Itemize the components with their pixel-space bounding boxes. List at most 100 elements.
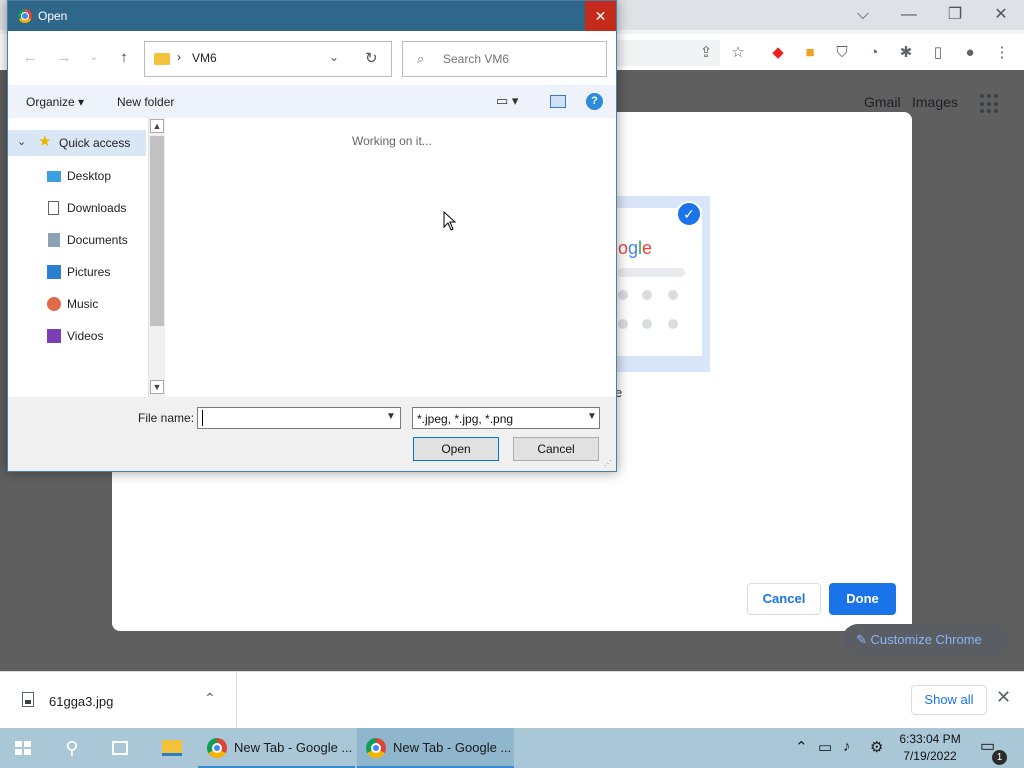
file-type-select[interactable]: *.jpeg, *.jpg, *.png ▼ [412, 407, 600, 429]
downloads-bar: 61gga3.jpg ⌃ Show all ✕ [0, 671, 1024, 728]
resize-grip-icon[interactable]: ⋰ [604, 459, 612, 468]
up-arrow-icon[interactable]: ↑ [112, 45, 136, 71]
clock-date: 7/19/2022 [903, 749, 957, 763]
breadcrumb-chevron-icon[interactable]: › [177, 50, 181, 64]
nav-item-music[interactable]: Music [8, 289, 146, 319]
menu-kebab-icon[interactable]: ⋮ [991, 42, 1013, 64]
apps-grid-icon[interactable] [980, 94, 1000, 114]
task-view-icon[interactable] [96, 728, 144, 768]
search-input[interactable] [443, 52, 593, 66]
nav-item-documents[interactable]: Documents [8, 225, 146, 255]
gmail-link[interactable]: Gmail [864, 94, 901, 110]
refresh-icon[interactable]: ↻ [365, 49, 378, 67]
google-logo-preview: ogle [618, 238, 653, 258]
profile-avatar-icon[interactable]: ● [959, 42, 981, 64]
extension-yellow-icon[interactable]: ■ [799, 42, 821, 64]
nav-item-quick-access[interactable]: ⌄ ★ Quick access [8, 130, 146, 156]
file-name-dropdown-icon[interactable]: ▼ [386, 411, 396, 422]
images-link[interactable]: Images [912, 94, 958, 110]
organize-menu[interactable]: Organize ▾ [26, 95, 84, 109]
back-arrow-icon[interactable]: ← [18, 45, 42, 71]
nav-item-pictures[interactable]: Pictures [8, 257, 146, 287]
loading-status: Working on it... [352, 134, 432, 148]
pictures-icon [47, 265, 61, 279]
task-label: New Tab - Google ... [393, 740, 512, 755]
tab-search-icon[interactable]: ⌵ [840, 4, 886, 26]
help-icon[interactable]: ? [586, 93, 603, 110]
file-name-input[interactable] [202, 410, 382, 426]
side-panel-icon[interactable]: ▯ [927, 42, 949, 64]
forward-arrow-icon[interactable]: → [52, 45, 76, 71]
address-bar[interactable]: › VM6 ⌄ ↻ [144, 41, 392, 77]
window-close-button[interactable]: ✕ [978, 4, 1024, 26]
scroll-down-arrow-icon[interactable]: ▼ [150, 380, 164, 394]
scroll-up-arrow-icon[interactable]: ▲ [150, 119, 164, 133]
nav-item-label: Downloads [67, 201, 127, 215]
nav-item-downloads[interactable]: Downloads [8, 193, 146, 223]
cancel-button[interactable]: Cancel [513, 437, 599, 461]
speedometer-icon[interactable]: ◔ [863, 42, 885, 64]
settings-gear-icon[interactable]: ⚙ [870, 738, 883, 756]
network-icon[interactable]: ▭ [818, 738, 832, 756]
documents-icon [48, 233, 60, 247]
taskbar-chrome-window[interactable]: New Tab - Google ... [198, 728, 355, 768]
minimize-button[interactable]: — [886, 4, 932, 26]
restore-button[interactable]: ❐ [932, 4, 978, 26]
nav-scrollbar[interactable]: ▲ ▼ [148, 118, 165, 397]
start-button[interactable] [0, 728, 48, 768]
file-name-combobox[interactable]: ▼ [197, 407, 401, 429]
bookmark-star-icon[interactable]: ☆ [727, 42, 749, 64]
close-icon[interactable]: ✕ [996, 687, 1011, 708]
address-dropdown-icon[interactable]: ⌄ [329, 50, 339, 64]
preview-pane-icon[interactable] [550, 95, 566, 108]
open-button[interactable]: Open [413, 437, 499, 461]
chrome-icon [366, 738, 386, 758]
folder-icon [154, 53, 170, 65]
tray-overflow-chevron-icon[interactable]: ⌃ [795, 738, 808, 756]
nav-item-videos[interactable]: Videos [8, 321, 146, 351]
scroll-thumb[interactable] [150, 136, 164, 326]
ublock-icon[interactable]: ⛉ [831, 42, 853, 64]
search-box[interactable]: ⌕ [402, 41, 607, 77]
customize-cancel-button[interactable]: Cancel [747, 583, 821, 615]
nav-item-desktop[interactable]: Desktop [8, 161, 146, 191]
file-type-value: *.jpeg, *.jpg, *.png [417, 412, 514, 426]
download-item[interactable]: 61gga3.jpg ⌃ [0, 672, 237, 728]
file-list-area[interactable]: Working on it... [166, 118, 616, 397]
new-folder-button[interactable]: New folder [117, 95, 174, 109]
chevron-up-icon[interactable]: ⌃ [204, 690, 216, 707]
dialog-close-button[interactable]: ✕ [585, 1, 616, 31]
chrome-icon [207, 738, 227, 758]
nav-item-label: Videos [67, 329, 104, 343]
dialog-title-bar[interactable]: Open ✕ [8, 1, 616, 31]
videos-icon [47, 329, 61, 343]
mouse-cursor-icon [443, 211, 457, 231]
system-clock[interactable]: 6:33:04 PM 7/19/2022 [890, 731, 970, 765]
taskbar: ⚲ New Tab - Google ... New Tab - Google … [0, 728, 1024, 768]
customize-chrome-label: Customize Chrome [870, 632, 982, 647]
customize-done-button[interactable]: Done [829, 583, 896, 615]
star-icon: ★ [38, 133, 52, 150]
extension-red-icon[interactable]: ◆ [767, 42, 789, 64]
taskbar-chrome-window-active[interactable]: New Tab - Google ... [357, 728, 514, 768]
desktop-icon [47, 171, 61, 182]
nav-item-label: Music [67, 297, 99, 311]
customize-chrome-button[interactable]: ✎ Customize Chrome [842, 624, 1008, 656]
file-explorer-icon[interactable] [148, 728, 196, 768]
show-all-button[interactable]: Show all [911, 685, 987, 715]
address-folder-name[interactable]: VM6 [192, 51, 217, 65]
preview-dot [618, 319, 628, 329]
chrome-icon [18, 9, 32, 23]
extensions-puzzle-icon[interactable]: ✱ [895, 42, 917, 64]
view-options-icon[interactable]: ▭ ▾ [496, 93, 518, 109]
expand-chevron-icon[interactable]: ⌄ [17, 135, 26, 148]
task-label: New Tab - Google ... [234, 740, 353, 755]
recent-locations-chevron-icon[interactable]: ⌄ [82, 45, 106, 71]
music-icon [47, 297, 61, 311]
nav-item-label: Desktop [67, 169, 112, 183]
volume-icon[interactable]: ♪ [843, 738, 851, 755]
file-type-dropdown-icon[interactable]: ▼ [587, 411, 597, 422]
taskbar-search-icon[interactable]: ⚲ [48, 728, 96, 768]
share-icon[interactable]: ⇪ [695, 42, 717, 64]
open-file-dialog: Open ✕ ← → ⌄ ↑ › VM6 ⌄ ↻ ⌕ Organize ▾ Ne… [7, 0, 617, 472]
